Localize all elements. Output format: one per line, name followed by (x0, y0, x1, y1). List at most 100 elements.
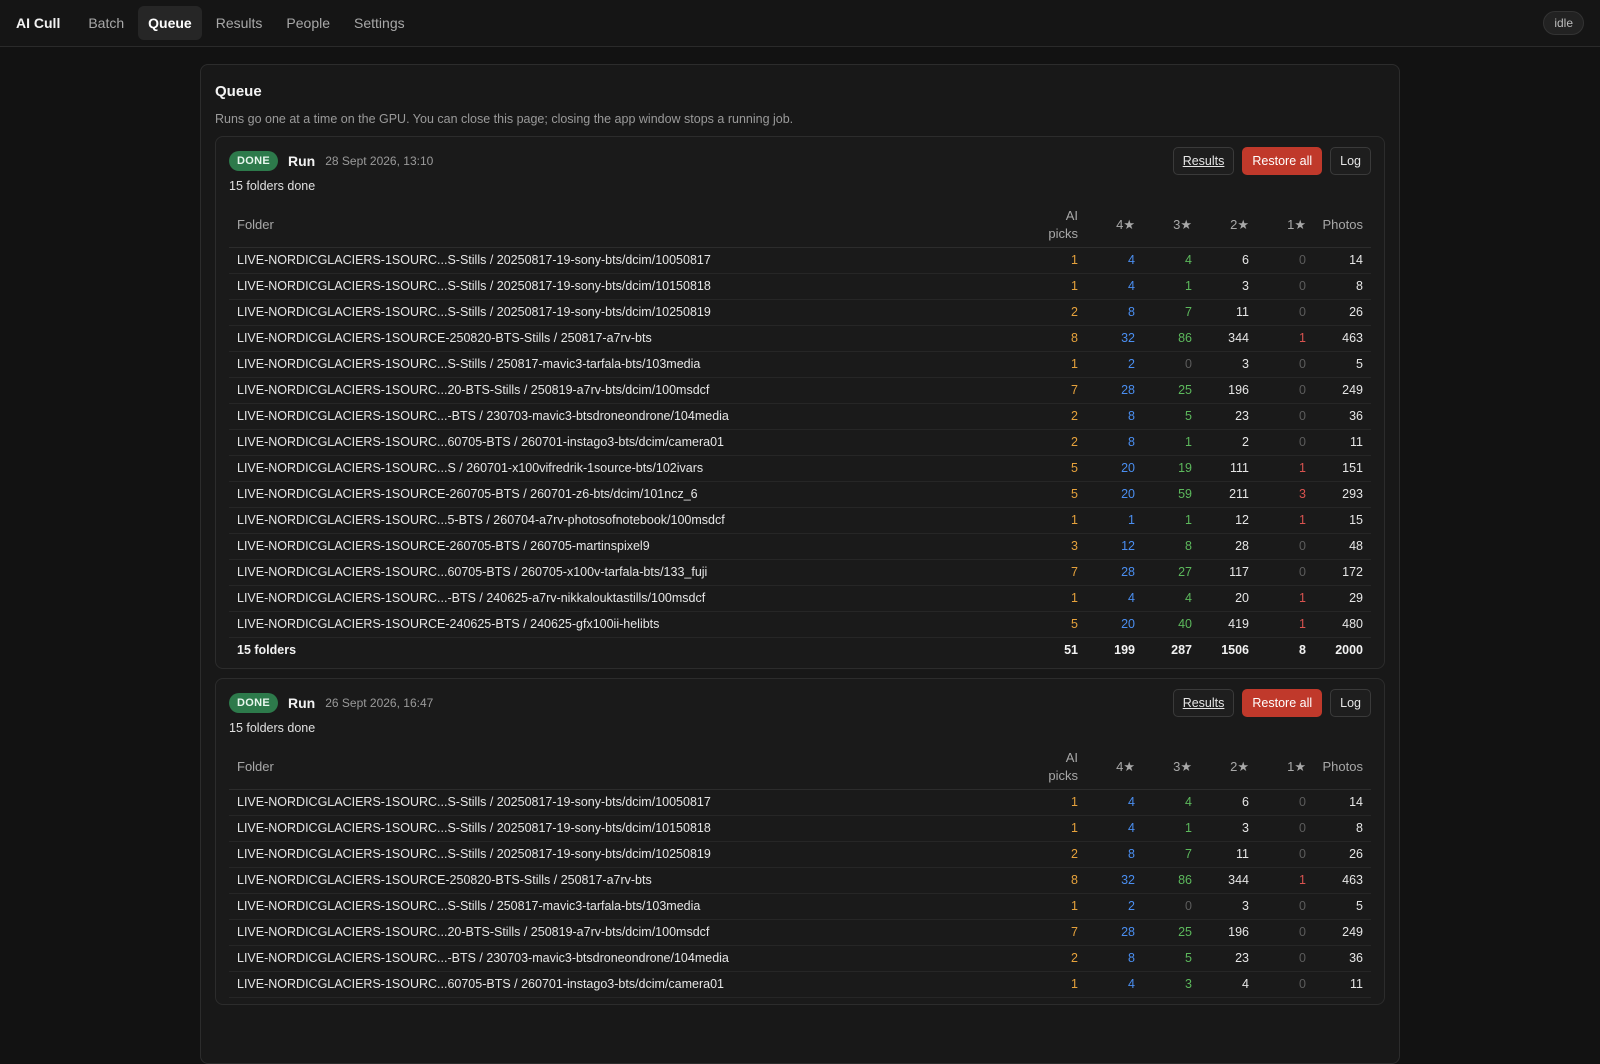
folder-cell: LIVE-NORDICGLACIERS-1SOURC...-BTS / 2406… (229, 585, 1026, 612)
table-row[interactable]: LIVE-NORDICGLACIERS-1SOURC...S-Stills / … (229, 351, 1371, 378)
table-row[interactable]: LIVE-NORDICGLACIERS-1SOURC...S-Stills / … (229, 789, 1371, 816)
col-3-star: 3★ (1143, 745, 1200, 790)
folder-cell: LIVE-NORDICGLACIERS-1SOURC...S-Stills / … (229, 815, 1026, 842)
folder-cell: LIVE-NORDICGLACIERS-1SOURC...-BTS / 2307… (229, 945, 1026, 972)
s3-cell: 4 (1143, 585, 1200, 612)
table-row[interactable]: LIVE-NORDICGLACIERS-1SOURC...60705-BTS /… (229, 559, 1371, 586)
s1-cell: 1 (1257, 325, 1314, 352)
run-summary: 15 folders done (229, 721, 316, 735)
total-photos: 2000 (1335, 642, 1363, 657)
picks-cell: 3 (1026, 533, 1086, 560)
s2-cell: 6 (1200, 247, 1257, 274)
s1-cell: 0 (1257, 403, 1314, 430)
folder-cell: LIVE-NORDICGLACIERS-1SOURC...5-BTS / 260… (229, 507, 1026, 534)
s4-cell: 28 (1086, 919, 1143, 946)
s2-cell: 23 (1200, 403, 1257, 430)
s1-cell: 1 (1257, 611, 1314, 638)
table-row[interactable]: LIVE-NORDICGLACIERS-1SOURCE-260705-BTS /… (229, 533, 1371, 560)
s4-cell: 2 (1086, 351, 1143, 378)
s3-cell: 1 (1143, 429, 1200, 456)
nav-results[interactable]: Results (206, 6, 273, 40)
photos-cell: 26 (1314, 299, 1371, 326)
table-row[interactable]: LIVE-NORDICGLACIERS-1SOURCE-250820-BTS-S… (229, 867, 1371, 894)
photos-cell: 15 (1314, 507, 1371, 534)
s1-cell: 0 (1257, 815, 1314, 842)
nav-batch[interactable]: Batch (78, 6, 134, 40)
folder-cell: LIVE-NORDICGLACIERS-1SOURC...20-BTS-Stil… (229, 377, 1026, 404)
s3-cell: 4 (1143, 789, 1200, 816)
photos-cell: 26 (1314, 841, 1371, 868)
col-4-star: 4★ (1086, 745, 1143, 790)
picks-cell: 2 (1026, 841, 1086, 868)
table-row[interactable]: LIVE-NORDICGLACIERS-1SOURCE-240625-BTS /… (229, 611, 1371, 638)
table-row[interactable]: LIVE-NORDICGLACIERS-1SOURC...5-BTS / 260… (229, 507, 1371, 534)
results-button[interactable]: Results (1172, 689, 1235, 717)
s3-cell: 86 (1143, 325, 1200, 352)
folder-cell: LIVE-NORDICGLACIERS-1SOURCE-260705-BTS /… (229, 481, 1026, 508)
col-1-star: 1★ (1257, 745, 1314, 790)
restore-all-button[interactable]: Restore all (1242, 689, 1323, 717)
picks-cell: 1 (1026, 273, 1086, 300)
col-ai-picks: AI picks (1026, 745, 1086, 790)
folder-cell: LIVE-NORDICGLACIERS-1SOURC...S-Stills / … (229, 273, 1026, 300)
photos-cell: 249 (1314, 377, 1371, 404)
picks-cell: 1 (1026, 893, 1086, 920)
s4-cell: 2 (1086, 893, 1143, 920)
total-s4: 199 (1114, 642, 1135, 657)
run-label: Run (287, 695, 316, 711)
s4-cell: 8 (1086, 945, 1143, 972)
table-row[interactable]: LIVE-NORDICGLACIERS-1SOURC...S-Stills / … (229, 247, 1371, 274)
col-folder: Folder (229, 203, 1026, 248)
s2-cell: 196 (1200, 919, 1257, 946)
table-row[interactable]: LIVE-NORDICGLACIERS-1SOURC...-BTS / 2307… (229, 945, 1371, 972)
folder-cell: LIVE-NORDICGLACIERS-1SOURC...S-Stills / … (229, 789, 1026, 816)
folder-table: Folder AI picks 4★ 3★ 2★ 1★ Photos LIVE-… (229, 203, 1371, 662)
photos-cell: 14 (1314, 789, 1371, 816)
log-button[interactable]: Log (1330, 689, 1371, 717)
picks-cell: 7 (1026, 919, 1086, 946)
photos-cell: 11 (1314, 971, 1371, 998)
picks-cell: 8 (1026, 867, 1086, 894)
nav-settings[interactable]: Settings (344, 6, 415, 40)
table-row[interactable]: LIVE-NORDICGLACIERS-1SOURC...S-Stills / … (229, 815, 1371, 842)
table-row[interactable]: LIVE-NORDICGLACIERS-1SOURC...S-Stills / … (229, 299, 1371, 326)
run-actions: Results Restore all Log (1172, 147, 1371, 175)
picks-cell: 1 (1026, 971, 1086, 998)
table-row[interactable]: LIVE-NORDICGLACIERS-1SOURC...20-BTS-Stil… (229, 377, 1371, 404)
table-row[interactable]: LIVE-NORDICGLACIERS-1SOURC...-BTS / 2406… (229, 585, 1371, 612)
s4-cell: 4 (1086, 273, 1143, 300)
s4-cell: 4 (1086, 789, 1143, 816)
table-row[interactable]: LIVE-NORDICGLACIERS-1SOURC...S-Stills / … (229, 893, 1371, 920)
table-row[interactable]: LIVE-NORDICGLACIERS-1SOURCE-250820-BTS-S… (229, 325, 1371, 352)
results-button[interactable]: Results (1172, 147, 1235, 175)
page-title: Queue (215, 83, 262, 100)
s4-cell: 1 (1086, 507, 1143, 534)
nav-people[interactable]: People (276, 6, 340, 40)
photos-cell: 14 (1314, 247, 1371, 274)
photos-cell: 151 (1314, 455, 1371, 482)
log-button[interactable]: Log (1330, 147, 1371, 175)
photos-cell: 8 (1314, 273, 1371, 300)
s1-cell: 0 (1257, 971, 1314, 998)
table-row[interactable]: LIVE-NORDICGLACIERS-1SOURC...S-Stills / … (229, 841, 1371, 868)
table-row[interactable]: LIVE-NORDICGLACIERS-1SOURC...20-BTS-Stil… (229, 919, 1371, 946)
table-row[interactable]: LIVE-NORDICGLACIERS-1SOURCE-260705-BTS /… (229, 481, 1371, 508)
table-row[interactable]: LIVE-NORDICGLACIERS-1SOURC...60705-BTS /… (229, 971, 1371, 998)
restore-all-button[interactable]: Restore all (1242, 147, 1323, 175)
photos-cell: 172 (1314, 559, 1371, 586)
total-s2: 1506 (1221, 642, 1249, 657)
nav-queue[interactable]: Queue (138, 6, 202, 40)
s4-cell: 28 (1086, 377, 1143, 404)
s2-cell: 211 (1200, 481, 1257, 508)
table-row[interactable]: LIVE-NORDICGLACIERS-1SOURC...S-Stills / … (229, 273, 1371, 300)
table-row[interactable]: LIVE-NORDICGLACIERS-1SOURC...-BTS / 2307… (229, 403, 1371, 430)
folder-cell: LIVE-NORDICGLACIERS-1SOURC...S-Stills / … (229, 299, 1026, 326)
s4-cell: 4 (1086, 971, 1143, 998)
col-ai-picks: AI picks (1026, 203, 1086, 248)
table-row[interactable]: LIVE-NORDICGLACIERS-1SOURC...S / 260701-… (229, 455, 1371, 482)
s1-cell: 3 (1257, 481, 1314, 508)
s2-cell: 3 (1200, 893, 1257, 920)
s1-cell: 0 (1257, 533, 1314, 560)
table-row[interactable]: LIVE-NORDICGLACIERS-1SOURC...60705-BTS /… (229, 429, 1371, 456)
s2-cell: 117 (1200, 559, 1257, 586)
